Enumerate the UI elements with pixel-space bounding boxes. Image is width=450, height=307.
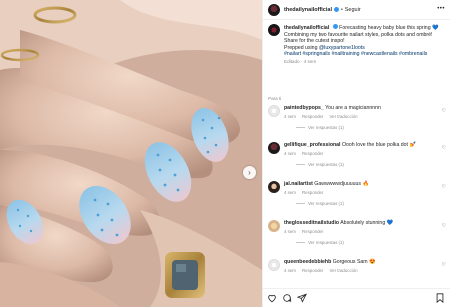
view-replies-button[interactable]: Ver respuestas (1)	[308, 201, 344, 206]
bookmark-icon[interactable]	[435, 293, 445, 303]
instagram-post-view: › thedailynailofficial • Seguir ••• thed…	[0, 0, 450, 307]
comment: theglosseditnailstudio Absolutely stunni…	[268, 220, 448, 245]
comment: queenbeedebbiehb Gorgeous Sam 😍 4 sem Res…	[268, 259, 448, 273]
chevron-right-icon[interactable]: ›	[243, 166, 256, 179]
comment-time: 4 sem	[284, 190, 296, 196]
caption-line1: Forecasting heavy baby blue this spring	[339, 25, 431, 31]
comment-username[interactable]: paintedbypops_	[284, 105, 324, 111]
comment-time: 4 sem	[284, 229, 296, 235]
heart-icon[interactable]: ♡	[442, 262, 446, 268]
comment-username[interactable]: gellifique_professional	[284, 142, 341, 148]
caption-line2: Combining my two favourite nailart style…	[284, 31, 433, 38]
avatar[interactable]	[268, 24, 280, 36]
section-label: Para ti	[268, 96, 282, 101]
reply-button[interactable]: Responder	[302, 229, 323, 234]
verified-badge-icon	[333, 7, 339, 12]
more-options-icon[interactable]: •••	[437, 6, 445, 12]
separator: •	[340, 6, 343, 13]
comment-icon[interactable]	[282, 293, 292, 303]
header-username[interactable]: thedailynailofficial	[284, 7, 332, 13]
mention-link[interactable]: @luxypartone1loots	[319, 45, 365, 51]
emoji: 🔥	[362, 181, 369, 187]
heart-icon[interactable]: ♡	[442, 223, 446, 229]
comment-time: 4 sem	[284, 268, 296, 274]
comment-username[interactable]: queenbeedebbiehb	[284, 259, 331, 265]
reply-button[interactable]: Responder	[302, 268, 323, 273]
comment-username[interactable]: jal.nailartist	[284, 181, 313, 187]
comment: paintedbypops_ You are a magiciannnnn 4 …	[268, 105, 448, 130]
edited-timestamp: Editado · 4 sem	[284, 58, 317, 64]
post-image[interactable]: ›	[0, 0, 262, 307]
translate-link[interactable]: Ver traducción	[329, 114, 357, 119]
emoji: 💅	[409, 142, 416, 148]
comment-text: Gorgeous Sam	[332, 259, 368, 265]
heart-icon[interactable]: ♡	[442, 145, 446, 151]
heart-icon[interactable]: ♡	[442, 184, 446, 190]
comment-username[interactable]: theglosseditnailstudio	[284, 220, 339, 226]
comment: gellifique_professional Oooh love the bl…	[268, 142, 448, 167]
heart-icon[interactable]	[267, 293, 277, 303]
translate-link[interactable]: Ver traducción	[329, 268, 357, 273]
avatar[interactable]	[268, 142, 280, 154]
comment-time: 4 sem	[284, 114, 296, 120]
caption-text: thedailynailofficial Forecasting heavy b…	[284, 24, 439, 66]
avatar[interactable]	[268, 105, 280, 117]
reply-button[interactable]: Responder	[302, 190, 323, 195]
hashtags[interactable]: #nailart #springnails #nailtraining #new…	[284, 51, 427, 57]
follow-button[interactable]: Seguir	[345, 7, 361, 13]
emoji: 💙	[386, 220, 394, 226]
avatar[interactable]	[268, 220, 280, 232]
comment-time: 4 sem	[284, 151, 296, 157]
nails-photo	[0, 0, 262, 307]
caption-prepped: Prepped using	[284, 44, 319, 51]
comment-text: You are a magiciannnnn	[325, 105, 381, 111]
post-caption: thedailynailofficial Forecasting heavy b…	[268, 24, 448, 66]
comment-text: Gawwwwwdjuuuuus	[314, 181, 362, 187]
reply-button[interactable]: Responder	[302, 114, 323, 119]
reply-button[interactable]: Responder	[302, 151, 323, 156]
share-icon[interactable]	[297, 293, 307, 303]
view-replies-button[interactable]: Ver respuestas (1)	[308, 162, 344, 167]
view-replies-button[interactable]: Ver respuestas (1)	[308, 240, 344, 245]
post-side-panel: thedailynailofficial • Seguir ••• thedai…	[262, 0, 450, 307]
post-actions-bar	[263, 288, 450, 307]
comment: jal.nailartist Gawwwwwdjuuuuus 🔥 4 sem Re…	[268, 181, 448, 206]
comment-text: Absolutely stunning	[340, 220, 386, 226]
verified-badge-icon	[332, 24, 338, 29]
post-header: thedailynailofficial • Seguir •••	[263, 0, 450, 20]
avatar[interactable]	[268, 181, 280, 193]
emoji: 😍	[369, 259, 376, 265]
caption-line3: Share for the cutest inspo!	[284, 38, 345, 45]
emoji: 💙	[432, 25, 439, 31]
avatar[interactable]	[268, 3, 280, 16]
avatar[interactable]	[268, 259, 280, 271]
view-replies-button[interactable]: Ver respuestas (1)	[308, 125, 344, 130]
comment-text: Oooh love the blue polka dot	[341, 142, 408, 148]
caption-username[interactable]: thedailynailofficial	[284, 25, 329, 31]
heart-icon[interactable]: ♡	[442, 108, 446, 114]
